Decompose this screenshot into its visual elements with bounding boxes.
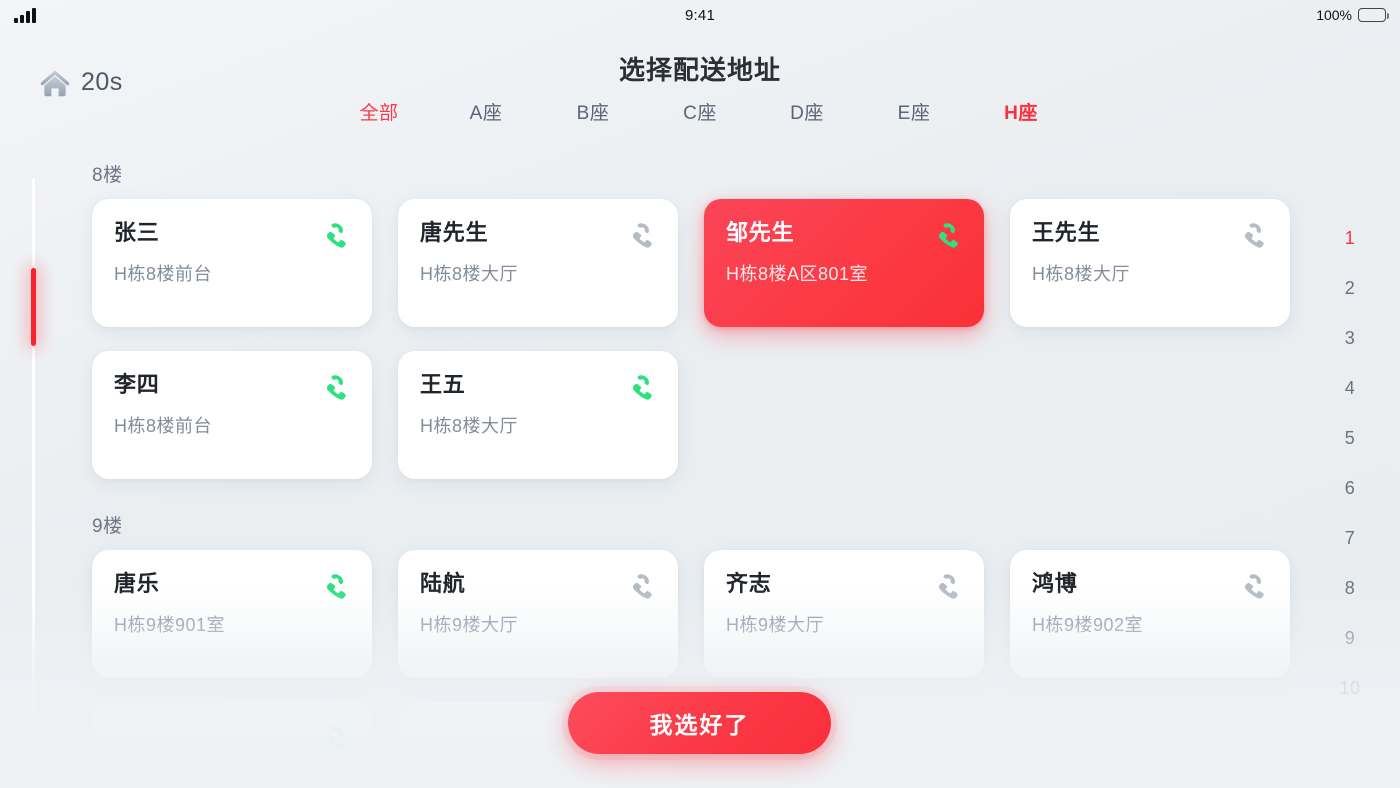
floor-section-label-9: 9楼 — [92, 516, 123, 537]
address-card[interactable]: 陆航 H栋9楼大厅 — [398, 550, 678, 678]
phone-icon[interactable] — [628, 221, 656, 249]
contact-name: 鸿博 — [1032, 571, 1078, 596]
tab-all[interactable]: 全部 — [326, 98, 433, 125]
tab-b[interactable]: B座 — [540, 98, 647, 125]
address-card-selected[interactable]: 邹先生 H栋8楼A区801室 — [704, 199, 984, 327]
phone-icon[interactable] — [322, 373, 350, 401]
contact-address: H栋9楼901室 — [114, 615, 226, 636]
battery-full-icon — [1358, 8, 1389, 22]
contact-address: H栋8楼大厅 — [1032, 264, 1131, 285]
status-bar: 9:41 100% — [0, 0, 1400, 30]
tab-e[interactable]: E座 — [861, 98, 968, 125]
address-card[interactable]: 齐志 H栋9楼大厅 — [704, 550, 984, 678]
phone-icon[interactable] — [934, 221, 962, 249]
contact-name: 邹先生 — [726, 220, 795, 245]
phone-icon[interactable] — [1240, 572, 1268, 600]
address-card[interactable]: 王五 H栋8楼大厅 — [398, 351, 678, 479]
phone-icon[interactable] — [1240, 221, 1268, 249]
contact-name: 齐志 — [726, 571, 772, 596]
phone-icon[interactable] — [322, 724, 350, 752]
phone-icon[interactable] — [322, 572, 350, 600]
phone-icon[interactable] — [322, 221, 350, 249]
floor-section-label-8: 8楼 — [92, 165, 123, 186]
contact-name: 王五 — [420, 372, 466, 397]
contact-address: H栋8楼前台 — [114, 416, 213, 437]
confirm-selection-button[interactable]: 我选好了 — [568, 692, 831, 754]
building-tabs: 全部 A座 B座 C座 D座 E座 H座 — [0, 98, 1400, 125]
contact-address: H栋9楼大厅 — [726, 615, 825, 636]
status-bar-time: 9:41 — [685, 6, 715, 24]
floor-section-8: 8楼 张三 H栋8楼前台 唐先生 H栋8楼大厅 邹先生 H栋8楼A区801室 王… — [0, 160, 1400, 479]
address-card[interactable]: 唐乐 H栋9楼901室 — [92, 550, 372, 678]
status-bar-right: 100% — [1316, 7, 1389, 23]
address-card[interactable]: 张三 H栋8楼前台 — [92, 199, 372, 327]
tab-c[interactable]: C座 — [647, 98, 754, 125]
tab-a[interactable]: A座 — [433, 98, 540, 125]
contact-name: 李四 — [114, 372, 160, 397]
address-card[interactable]: 唐先生 H栋8楼大厅 — [398, 199, 678, 327]
contact-name: 唐乐 — [114, 571, 160, 596]
contact-name: 唐先生 — [420, 220, 489, 245]
tab-h[interactable]: H座 — [968, 98, 1075, 125]
contact-name: 陆航 — [420, 571, 466, 596]
address-card[interactable] — [92, 702, 372, 788]
contact-address: H栋8楼前台 — [114, 264, 213, 285]
page-title: 选择配送地址 — [618, 55, 781, 85]
contact-name: 张三 — [114, 220, 160, 245]
contact-name: 王先生 — [1032, 220, 1101, 245]
address-card[interactable]: 李四 H栋8楼前台 — [92, 351, 372, 479]
contact-address: H栋8楼大厅 — [420, 416, 519, 437]
address-card[interactable]: 王先生 H栋8楼大厅 — [1010, 199, 1290, 327]
address-card[interactable]: 鸿博 H栋9楼902室 — [1010, 550, 1290, 678]
address-card-grid-8: 张三 H栋8楼前台 唐先生 H栋8楼大厅 邹先生 H栋8楼A区801室 王先生 … — [0, 199, 1330, 479]
phone-icon[interactable] — [934, 572, 962, 600]
battery-percent-label: 100% — [1316, 7, 1352, 23]
contact-address: H栋8楼A区801室 — [726, 264, 869, 285]
contact-address: H栋9楼大厅 — [420, 615, 519, 636]
phone-icon[interactable] — [628, 373, 656, 401]
contact-address: H栋8楼大厅 — [420, 264, 519, 285]
phone-icon[interactable] — [628, 572, 656, 600]
contact-address: H栋9楼902室 — [1032, 615, 1144, 636]
tab-d[interactable]: D座 — [754, 98, 861, 125]
